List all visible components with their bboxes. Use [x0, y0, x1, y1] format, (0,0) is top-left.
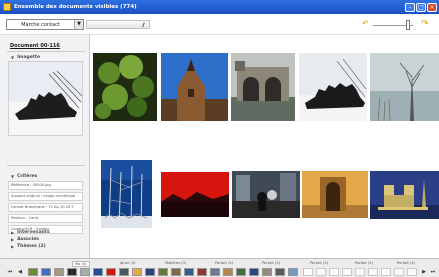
section-criteres-label: Critères: [17, 174, 38, 179]
section-themes[interactable]: ▶ Thèmes (2): [11, 244, 46, 249]
filmstrip-empty-slot: [342, 268, 352, 276]
section-intervenants-label: Intervenants: [17, 230, 50, 235]
tab-3[interactable]: Portait (3): [215, 261, 233, 265]
document-sidebar: Document 00-116 ▼ Imagette ▼ Critères Ré…: [0, 35, 90, 258]
filmstrip-empty-slot: [394, 268, 404, 276]
filmstrip-empty-slot: [368, 268, 378, 276]
filmstrip-thumb[interactable]: [275, 268, 285, 276]
filmstrip-thumb[interactable]: [158, 268, 168, 276]
filmstrip-thumb[interactable]: [145, 268, 155, 276]
section-associes[interactable]: ▶ Associés: [11, 237, 39, 242]
filmstrip-thumb[interactable]: [184, 268, 194, 276]
collapse-triangle-icon: ▼: [11, 174, 15, 179]
section-themes-label: Thèmes (2): [17, 244, 46, 249]
property-format: Format Numérique : TV Ap 10-29-T: [8, 203, 83, 212]
filmstrip-thumb[interactable]: [210, 268, 220, 276]
window-titlebar: Ensemble des documents visibles (774) – …: [0, 0, 439, 14]
bottom-filmstrip-bar: Mo (4) Ignor (3) Molières (3) Portait (3…: [0, 258, 439, 277]
tab-6[interactable]: Portait (3): [355, 261, 373, 265]
minimize-icon[interactable]: –: [405, 2, 415, 12]
filmstrip-thumb[interactable]: [106, 268, 116, 276]
last-page-icon[interactable]: ⏭: [429, 268, 437, 276]
filmstrip-thumb[interactable]: [223, 268, 233, 276]
tab-4[interactable]: Portait (3): [262, 261, 280, 265]
toolbar: Marche contact ▼ ↶ ↷: [0, 14, 439, 35]
filmstrip-thumb[interactable]: [132, 268, 142, 276]
section-imagette[interactable]: ▼ Imagette: [11, 55, 40, 60]
filmstrip-empty-slot: [355, 268, 365, 276]
tab-2[interactable]: Molières (3): [165, 261, 186, 265]
path-field[interactable]: [86, 20, 150, 29]
filmstrip-thumb[interactable]: [236, 268, 246, 276]
zoom-slider-thumb[interactable]: [406, 20, 410, 30]
filmstrip-thumb[interactable]: [171, 268, 181, 276]
mode-select-value: Marche contact: [21, 21, 60, 28]
undo-arrow-icon[interactable]: ↶: [362, 20, 370, 28]
section-criteres[interactable]: ▼ Critères: [11, 174, 37, 179]
window-controls: – □ ×: [405, 2, 437, 12]
section-intervenants[interactable]: ▶ Intervenants: [11, 230, 50, 235]
divider: [7, 165, 85, 166]
property-reference: Référence : 00004.jpg: [8, 181, 83, 190]
divider: [7, 51, 85, 52]
tab-7[interactable]: Portait (3): [397, 261, 415, 265]
property-position: Position : Carré: [8, 214, 83, 223]
window-title: Ensemble des documents visibles (774): [14, 4, 137, 10]
preview-image: [8, 61, 83, 136]
filmstrip-thumb[interactable]: [197, 268, 207, 276]
maximize-icon[interactable]: □: [416, 2, 426, 12]
tab-5[interactable]: Portait (3): [310, 261, 328, 265]
app-icon: [3, 3, 11, 11]
filmstrip-thumb[interactable]: [119, 268, 129, 276]
close-icon[interactable]: ×: [427, 2, 437, 12]
filmstrip-empty-slot: [329, 268, 339, 276]
filmstrip-empty-slot: [407, 268, 417, 276]
mode-select[interactable]: Marche contact ▼: [6, 19, 84, 30]
gallery-thumb[interactable]: [161, 172, 229, 217]
document-title[interactable]: Document 00-116: [10, 43, 60, 49]
filmstrip-thumb[interactable]: [249, 268, 259, 276]
filmstrip-empty-slot: [381, 268, 391, 276]
tab-0[interactable]: Mo (4): [72, 261, 90, 267]
expand-triangle-icon: ▶: [11, 230, 15, 235]
previous-page-icon[interactable]: ◀: [16, 268, 24, 276]
tab-1[interactable]: Ignor (3): [120, 261, 136, 265]
first-page-icon[interactable]: ⏮: [6, 268, 14, 276]
gallery-thumb[interactable]: [232, 171, 300, 218]
expand-triangle-icon: ▶: [11, 244, 15, 249]
next-page-icon[interactable]: ▶: [420, 268, 428, 276]
chevron-down-icon[interactable]: ▼: [74, 20, 83, 29]
filmstrip-thumb[interactable]: [54, 268, 64, 276]
filmstrip-thumb[interactable]: [93, 268, 103, 276]
filmstrip-thumb[interactable]: [288, 268, 298, 276]
image-gallery: [91, 35, 439, 258]
filmstrip-thumb[interactable]: [28, 268, 38, 276]
property-list: Référence : 00004.jpg Support original :…: [8, 181, 83, 236]
filmstrip-empty-slot: [316, 268, 326, 276]
redo-arrow-icon[interactable]: ↷: [421, 19, 431, 29]
section-associes-label: Associés: [17, 237, 39, 242]
collapse-triangle-icon: ▼: [11, 55, 15, 60]
gallery-thumb[interactable]: [370, 53, 439, 121]
filmstrip-thumb[interactable]: [262, 268, 272, 276]
expand-triangle-icon: ▶: [11, 237, 15, 242]
gallery-thumb[interactable]: [231, 53, 295, 121]
filmstrip-empty-slot: [303, 268, 313, 276]
filmstrip-thumb[interactable]: [80, 268, 90, 276]
gallery-thumb[interactable]: [370, 171, 439, 219]
section-imagette-label: Imagette: [17, 55, 41, 60]
gallery-thumb[interactable]: [161, 53, 228, 121]
gallery-thumb[interactable]: [299, 53, 367, 121]
property-support: Support original : Image numérique: [8, 192, 83, 201]
gallery-thumb[interactable]: [302, 171, 368, 218]
filmstrip-thumb[interactable]: [41, 268, 51, 276]
gallery-thumb[interactable]: [101, 160, 152, 228]
filmstrip-thumb[interactable]: [67, 268, 77, 276]
gallery-thumb[interactable]: [93, 53, 157, 121]
